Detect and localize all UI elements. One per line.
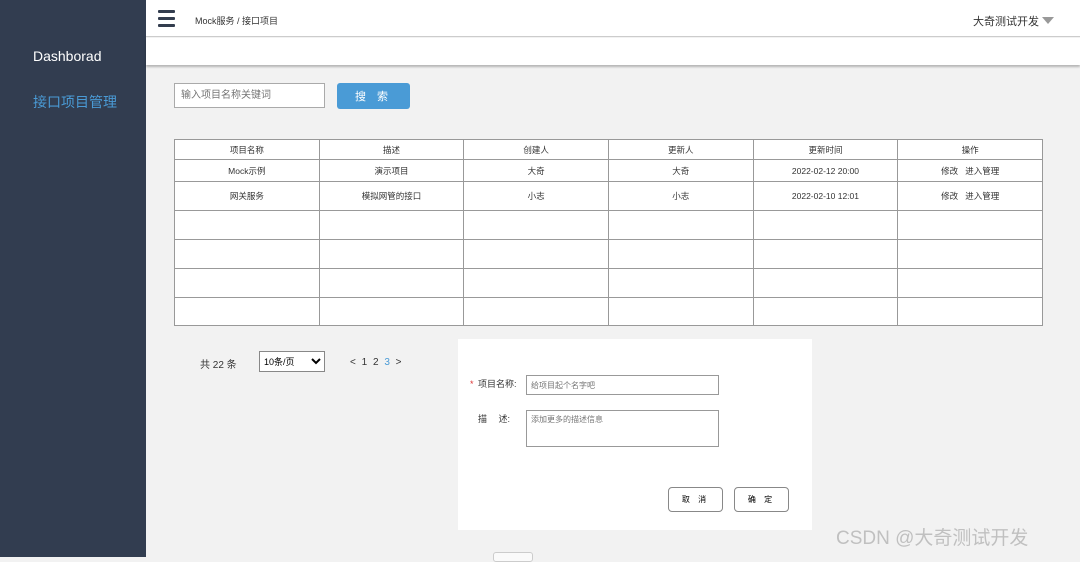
desc-label: 描 述: (478, 414, 511, 424)
name-label: 项目名称: (478, 379, 517, 389)
sidebar-item-dashboard[interactable]: Dashborad (33, 48, 102, 64)
breadcrumb: Mock服务 / 接口项目 (195, 16, 279, 26)
empty-row (174, 297, 1043, 326)
partial-element (493, 552, 533, 562)
enter-link[interactable]: 进入管理 (965, 191, 999, 201)
edit-link[interactable]: 修改 (941, 166, 958, 176)
next-page-button[interactable]: > (396, 357, 402, 368)
project-name-input[interactable] (526, 375, 719, 395)
cell: 网关服务 (174, 181, 320, 211)
col-header: 更新时间 (752, 139, 899, 160)
caret-down-icon[interactable] (1042, 17, 1054, 24)
enter-link[interactable]: 进入管理 (965, 166, 999, 176)
table-row: Mock示例 演示项目 大奇 大奇 2022-02-12 20:00 修改 进入… (174, 159, 1043, 182)
watermark: CSDN @大奇测试开发 (836, 528, 1029, 549)
empty-row (174, 268, 1043, 298)
col-header: 创建人 (463, 139, 609, 160)
total-count: 共 22 条 (200, 360, 237, 371)
project-table: 项目名称 描述 创建人 更新人 更新时间 操作 Mock示例 演示项目 大奇 大… (174, 139, 1043, 326)
pager: < 1 2 3 > (350, 357, 402, 368)
cell: 演示项目 (318, 159, 465, 182)
actions-cell: 修改 进入管理 (897, 181, 1043, 211)
empty-row (174, 239, 1043, 269)
col-header: 项目名称 (174, 139, 320, 160)
col-header: 描述 (318, 139, 465, 160)
cell: 小志 (463, 181, 609, 211)
prev-page-button[interactable]: < (350, 357, 356, 368)
cell: 2022-02-12 20:00 (752, 159, 899, 182)
table-header: 项目名称 描述 创建人 更新人 更新时间 操作 (174, 139, 1043, 160)
edit-link[interactable]: 修改 (941, 191, 958, 201)
cell: 大奇 (607, 159, 754, 182)
cancel-button[interactable]: 取 消 (668, 487, 723, 512)
page-size-select[interactable]: 10条/页 (259, 351, 325, 372)
top-header (146, 0, 1080, 37)
description-textarea[interactable] (526, 410, 719, 447)
cell: Mock示例 (174, 159, 320, 182)
actions-cell: 修改 进入管理 (897, 159, 1043, 182)
cell: 模拟网管的接口 (318, 181, 465, 211)
sub-header (146, 38, 1080, 65)
cell: 大奇 (463, 159, 609, 182)
sidebar-item-projects[interactable]: 接口项目管理 (33, 92, 117, 112)
search-button[interactable]: 搜 索 (337, 83, 410, 109)
page-3-current[interactable]: 3 (384, 357, 390, 368)
col-header: 操作 (897, 139, 1043, 160)
page-1[interactable]: 1 (362, 357, 368, 368)
sidebar: Dashborad 接口项目管理 (0, 0, 146, 557)
user-menu[interactable]: 大奇测试开发 (973, 13, 1039, 29)
cell: 小志 (607, 181, 754, 211)
col-header: 更新人 (607, 139, 754, 160)
cell: 2022-02-10 12:01 (752, 181, 899, 211)
hamburger-icon[interactable] (158, 10, 175, 28)
table-row: 网关服务 模拟网管的接口 小志 小志 2022-02-10 12:01 修改 进… (174, 181, 1043, 211)
search-input[interactable] (174, 83, 325, 108)
empty-row (174, 210, 1043, 240)
project-dialog: * 项目名称: 描 述: 取 消 确 定 (458, 339, 812, 530)
confirm-button[interactable]: 确 定 (734, 487, 789, 512)
required-mark: * (470, 379, 474, 389)
page-2[interactable]: 2 (373, 357, 379, 368)
